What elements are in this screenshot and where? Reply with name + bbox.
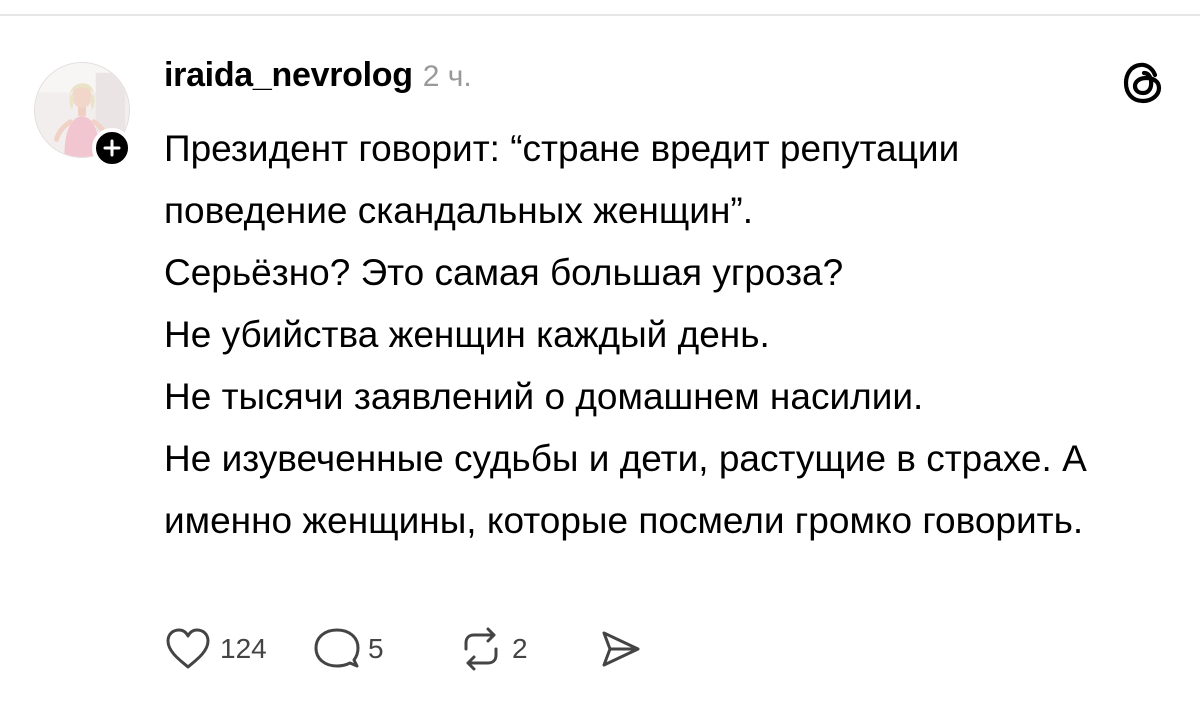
follow-button[interactable] <box>92 128 132 168</box>
action-bar: 124 5 2 <box>164 624 642 674</box>
timestamp: 2 ч. <box>422 60 472 93</box>
plus-icon <box>103 139 121 157</box>
like-button[interactable]: 124 <box>164 627 314 671</box>
post-paragraph: Президент говорит: “стране вредит репута… <box>164 128 960 231</box>
repost-count: 2 <box>512 633 528 664</box>
threads-logo-icon <box>1123 62 1162 104</box>
repost-icon <box>464 627 498 671</box>
share-button[interactable] <box>598 629 642 669</box>
repost-button[interactable]: 2 <box>458 627 598 671</box>
send-icon <box>602 631 640 667</box>
post-body: Президент говорит: “стране вредит репута… <box>164 118 1144 552</box>
thread-post: iraida_nevrolog 2 ч. Президент говорит: … <box>0 0 1200 701</box>
like-count: 124 <box>220 633 267 664</box>
username[interactable]: iraida_nevrolog <box>164 56 413 95</box>
post-paragraph: Не изувеченные судьбы и дети, растущие в… <box>164 438 1087 541</box>
comment-icon <box>314 628 360 668</box>
post-paragraph: Не убийства женщин каждый день. <box>164 314 770 355</box>
reply-count: 5 <box>368 633 384 664</box>
post-header: iraida_nevrolog 2 ч. <box>164 56 472 104</box>
reply-button[interactable]: 5 <box>314 627 458 671</box>
post-paragraph: Серьёзно? Это самая большая угроза? <box>164 252 844 293</box>
heart-icon <box>166 628 210 669</box>
post-paragraph: Не тысячи заявлений о домашнем насилии. <box>164 376 924 417</box>
